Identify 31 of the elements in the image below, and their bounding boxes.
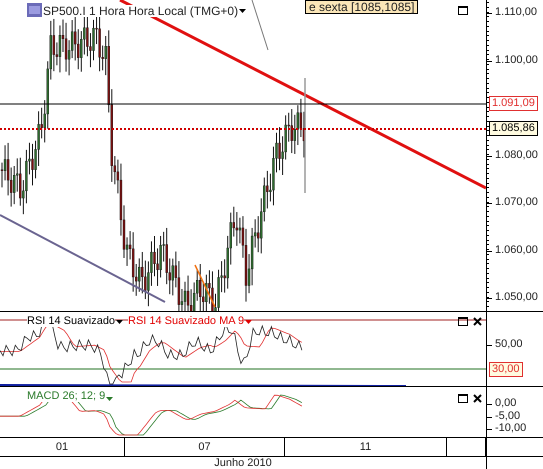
month-label: Junho 2010	[214, 458, 272, 468]
axis-label: 50,00	[495, 339, 523, 350]
maximize-icon[interactable]	[458, 6, 468, 15]
date-label: 01	[56, 440, 68, 455]
symbol-icon	[27, 3, 42, 17]
axis-label: 0,00	[495, 398, 516, 409]
price-marker: 1.091,09	[489, 96, 538, 111]
chart-title[interactable]: SP500.I 1 Hora Hora Local (TMG+0)	[43, 5, 238, 17]
caret-icon[interactable]	[116, 320, 123, 324]
axis-label: -5,00	[495, 410, 520, 422]
tooltip: e sexta [1085,1085]	[305, 0, 418, 14]
indicator-legend[interactable]: RSI 14 Suavizado	[27, 316, 116, 327]
maximize-icon[interactable]	[458, 394, 468, 403]
date-label: 07	[198, 440, 211, 455]
last-price-marker: 1.085,86	[489, 121, 538, 136]
axis-label: 1.110,00	[495, 7, 538, 18]
axis-label: 1.080,00	[495, 150, 538, 160]
close-icon[interactable]	[473, 394, 482, 403]
drawn-line	[194, 264, 216, 308]
indicator-legend[interactable]: RSI 14 Suavizado MA 9	[128, 316, 244, 327]
axis-label: 1.060,00	[495, 244, 538, 256]
maximize-icon[interactable]	[458, 317, 468, 326]
caret-icon[interactable]	[239, 9, 246, 13]
axis-label: 1.070,00	[495, 197, 538, 208]
axis-label: 1.100,00	[495, 54, 538, 66]
indicator-legend[interactable]: MACD 26; 12; 9	[27, 391, 106, 402]
axis-label: -10,00	[495, 423, 526, 434]
axis-label: 1.050,00	[495, 292, 538, 303]
level-marker: 30,00	[489, 362, 523, 377]
close-icon[interactable]	[473, 317, 482, 326]
date-label: 11	[360, 440, 372, 455]
